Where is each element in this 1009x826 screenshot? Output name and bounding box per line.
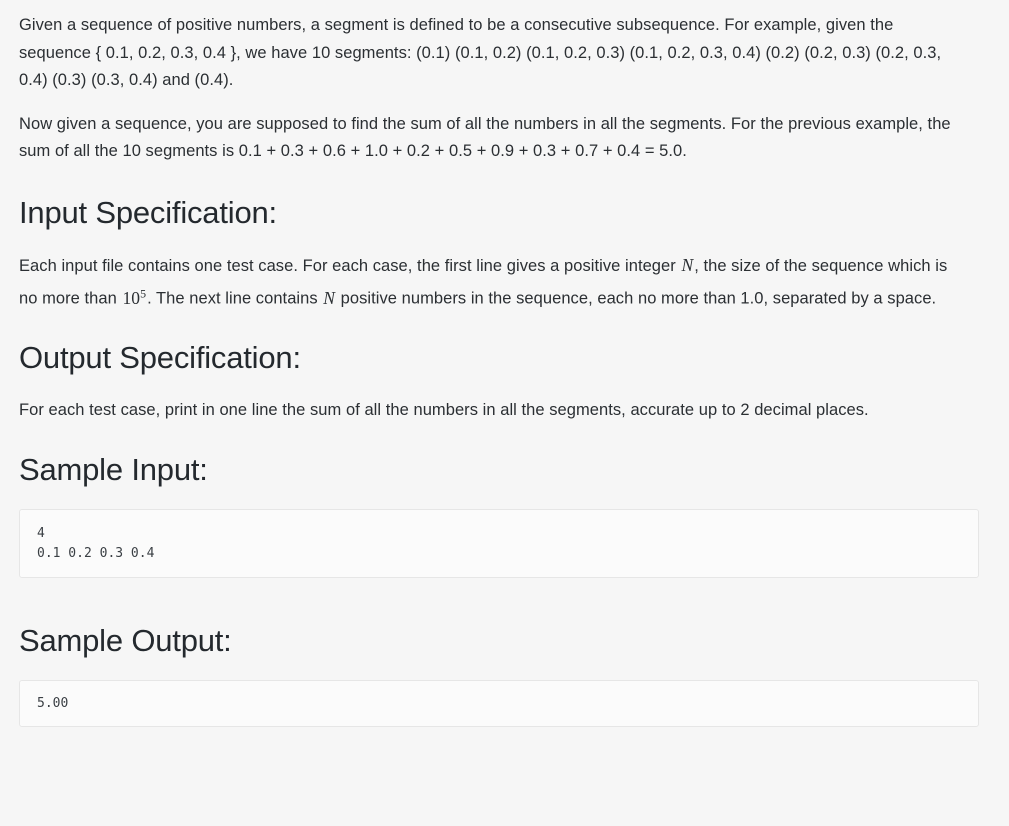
math-power-base: 10 bbox=[122, 287, 141, 308]
input-spec-text-3: . The next line contains bbox=[147, 289, 323, 308]
input-spec-text-4: positive numbers in the sequence, each n… bbox=[336, 289, 937, 308]
paragraph-task-text: Now given a sequence, you are supposed t… bbox=[19, 114, 951, 161]
paragraph-output-specification: For each test case, print in one line th… bbox=[19, 401, 869, 420]
sample-output-code-block[interactable]: 5.00 bbox=[19, 679, 979, 727]
heading-sample-input: Sample Input: bbox=[19, 451, 208, 487]
math-power-exponent: 5 bbox=[140, 286, 147, 300]
paragraph-input-specification: Each input file contains one test case. … bbox=[19, 252, 967, 314]
paragraph-definition-text: Given a sequence of positive numbers, a … bbox=[19, 16, 942, 89]
math-variable-n-second: N bbox=[323, 287, 336, 308]
paragraph-task: Now given a sequence, you are supposed t… bbox=[19, 111, 967, 166]
heading-sample-output: Sample Output: bbox=[19, 622, 232, 658]
math-power-ten-five: 105 bbox=[121, 286, 147, 308]
math-variable-n-first: N bbox=[681, 254, 694, 275]
heading-output-specification: Output Specification: bbox=[19, 340, 301, 376]
code-block-spacer bbox=[19, 578, 979, 596]
sample-input-code-block[interactable]: 4 0.1 0.2 0.3 0.4 bbox=[19, 508, 979, 578]
heading-input-specification: Input Specification: bbox=[19, 194, 277, 230]
problem-statement-page: Given a sequence of positive numbers, a … bbox=[0, 0, 1009, 826]
input-spec-text-1: Each input file contains one test case. … bbox=[19, 256, 681, 275]
paragraph-definition: Given a sequence of positive numbers, a … bbox=[19, 12, 967, 95]
